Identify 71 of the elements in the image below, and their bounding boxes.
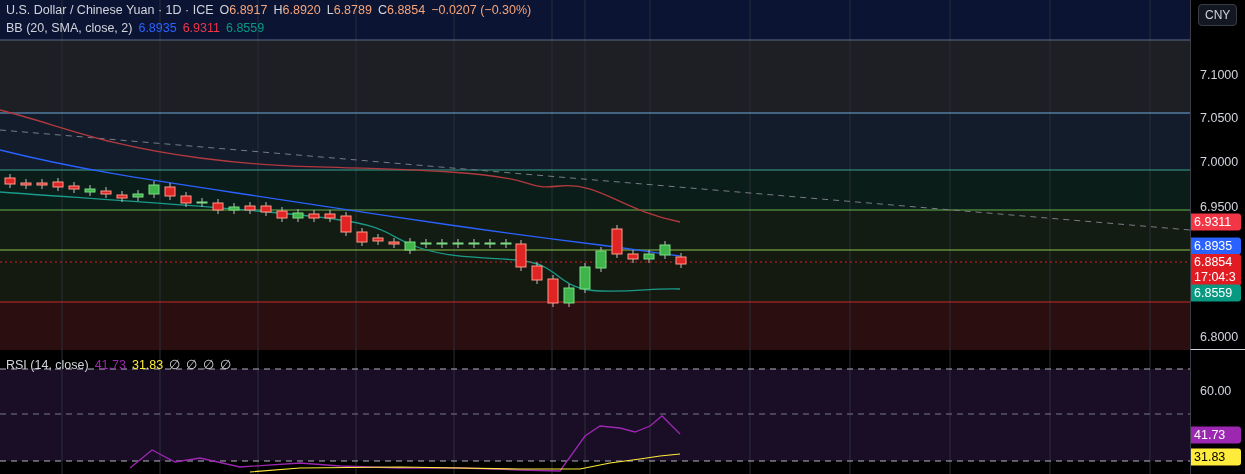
currency-button[interactable]: CNY <box>1198 4 1238 26</box>
ohlc-value: H6.8920 <box>273 3 321 17</box>
empty-value: ∅ <box>186 357 198 372</box>
indicator-value: 41.73 <box>94 357 126 372</box>
candlestick <box>420 238 432 249</box>
candlestick <box>659 240 671 260</box>
candlestick <box>212 198 224 215</box>
candlestick <box>4 173 16 189</box>
candlestick <box>244 201 256 215</box>
candlestick <box>164 182 176 201</box>
candlestick <box>452 238 464 249</box>
candlestick <box>68 181 80 194</box>
price-tag: 6.8935 <box>1191 237 1241 255</box>
candlestick <box>340 211 352 237</box>
candlestick <box>292 208 304 223</box>
indicator-value: 31.83 <box>131 357 164 372</box>
candlestick <box>356 227 368 247</box>
candlestick <box>579 262 591 294</box>
price-label: 7.0000 <box>1200 155 1239 169</box>
indicator-name: RSI (14, close) <box>6 357 89 372</box>
price-change: −0.0207 (−0.30%) <box>431 3 532 17</box>
empty-value: ∅ <box>169 357 181 372</box>
indicator-value: 6.8559 <box>226 21 265 35</box>
candlestick <box>500 238 512 249</box>
indicator-name: BB (20, SMA, close, 2) <box>6 21 133 35</box>
candlestick <box>515 239 527 272</box>
candlestick <box>260 201 272 217</box>
empty-value: ∅ <box>203 357 215 372</box>
candlestick <box>276 206 288 223</box>
candlestick <box>132 189 144 202</box>
candlestick <box>52 177 64 192</box>
ohlc-value: L6.8789 <box>326 3 372 17</box>
candlestick <box>196 197 208 208</box>
price-label: 7.1000 <box>1200 68 1239 82</box>
candlestick <box>308 209 320 223</box>
candlestick <box>324 209 336 223</box>
price-label: 6.8000 <box>1200 330 1239 344</box>
price-tag: 6.9311 <box>1191 213 1241 231</box>
price-tag: 6.8559 <box>1191 284 1241 302</box>
rsi-tag: 31.83 <box>1191 448 1241 466</box>
candlestick <box>116 190 128 203</box>
candlestick <box>468 238 480 249</box>
candlestick <box>611 224 623 259</box>
candlestick <box>372 233 384 246</box>
candlestick <box>436 238 448 249</box>
candlestick <box>643 249 655 264</box>
candlestick <box>148 180 160 199</box>
candlestick <box>404 237 416 255</box>
candlestick <box>563 283 575 308</box>
candlestick <box>20 178 32 190</box>
rsi-tag: 41.73 <box>1191 426 1241 444</box>
candlestick <box>484 238 496 249</box>
ohlc-value: O6.8917 <box>219 3 268 17</box>
indicator-value: 6.8935 <box>138 21 177 35</box>
candlestick <box>36 178 48 190</box>
symbol-title: U.S. Dollar / Chinese Yuan · 1D · ICE <box>6 3 214 17</box>
candlestick <box>228 202 240 215</box>
price-label: 7.0500 <box>1200 111 1239 125</box>
candlestick <box>100 186 112 199</box>
rsi-label: 60.00 <box>1200 384 1232 398</box>
indicator-value: 6.9311 <box>182 21 220 35</box>
candlestick <box>595 246 607 273</box>
price-label: 6.9500 <box>1200 200 1239 214</box>
ohlc-value: C6.8854 <box>377 3 426 17</box>
price-tag: 6.8854 17:04:3 <box>1191 254 1241 286</box>
candlestick <box>180 191 192 208</box>
candlestick <box>84 184 96 197</box>
candlestick <box>547 274 559 308</box>
candlestick <box>388 237 400 249</box>
empty-value: ∅ <box>220 357 232 372</box>
candlestick <box>675 252 687 269</box>
